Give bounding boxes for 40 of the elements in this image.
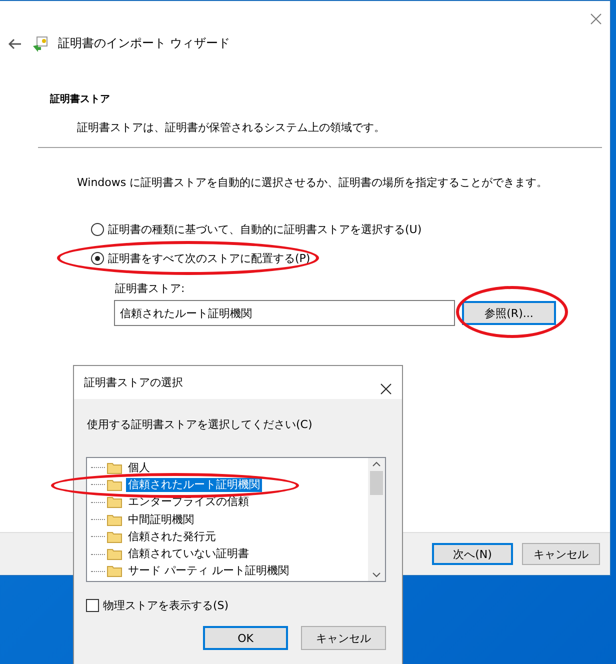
scroll-down-icon[interactable] — [372, 572, 381, 578]
dialog-prompt: 使用する証明書ストアを選択してください(C) — [87, 417, 314, 432]
folder-icon — [107, 548, 122, 560]
store-item[interactable]: サード パーティ ルート証明機関 — [126, 564, 291, 578]
section-title: 証明書ストア — [50, 92, 111, 106]
radio-button[interactable] — [91, 223, 104, 236]
browse-button[interactable]: 参照(R)... — [462, 301, 556, 325]
folder-icon — [107, 496, 122, 508]
store-item[interactable]: 信頼されたルート証明機関 — [126, 478, 262, 492]
radio-button[interactable] — [91, 252, 104, 265]
window-title: 証明書のインポート ウィザード — [58, 35, 230, 52]
scroll-up-icon[interactable] — [372, 461, 381, 467]
next-button[interactable]: 次へ(N) — [432, 543, 513, 565]
ok-button[interactable]: OK — [203, 626, 288, 650]
cancel-button[interactable]: キャンセル — [522, 543, 600, 565]
checkbox[interactable] — [86, 599, 99, 612]
folder-icon — [107, 514, 122, 526]
checkbox-label: 物理ストアを表示する(S) — [103, 598, 229, 613]
back-arrow-icon[interactable] — [8, 38, 22, 50]
cancel-button[interactable]: キャンセル — [301, 626, 386, 650]
store-item[interactable]: 信頼された発行元 — [126, 530, 218, 544]
certificate-icon — [32, 36, 48, 52]
folder-icon — [107, 530, 122, 543]
folder-icon — [107, 478, 122, 491]
close-icon — [590, 13, 602, 25]
store-field[interactable]: 信頼されたルート証明機関 — [114, 300, 455, 326]
scroll-thumb[interactable] — [370, 471, 383, 495]
instruction-text: Windows に証明書ストアを自動的に選択させるか、証明書の場所を指定することができます。 — [77, 175, 549, 190]
dialog-title: 証明書ストアの選択 — [84, 375, 183, 390]
store-label: 証明書ストア: — [115, 281, 186, 296]
store-item[interactable]: 個人 — [126, 460, 152, 475]
store-item[interactable]: 中間証明機関 — [126, 512, 196, 527]
option-label: 証明書の種類に基づいて、自動的に証明書ストアを選択する(U) — [108, 222, 422, 237]
store-item[interactable]: 信頼されていない証明書 — [126, 547, 251, 562]
option-label: 証明書をすべて次のストアに配置する(P) — [108, 251, 310, 266]
close-icon — [380, 383, 392, 395]
section-description: 証明書ストアは、証明書が保管されるシステム上の領域です。 — [77, 120, 386, 135]
folder-icon — [107, 565, 122, 578]
scrollbar[interactable] — [368, 458, 385, 581]
folder-icon — [107, 462, 122, 474]
